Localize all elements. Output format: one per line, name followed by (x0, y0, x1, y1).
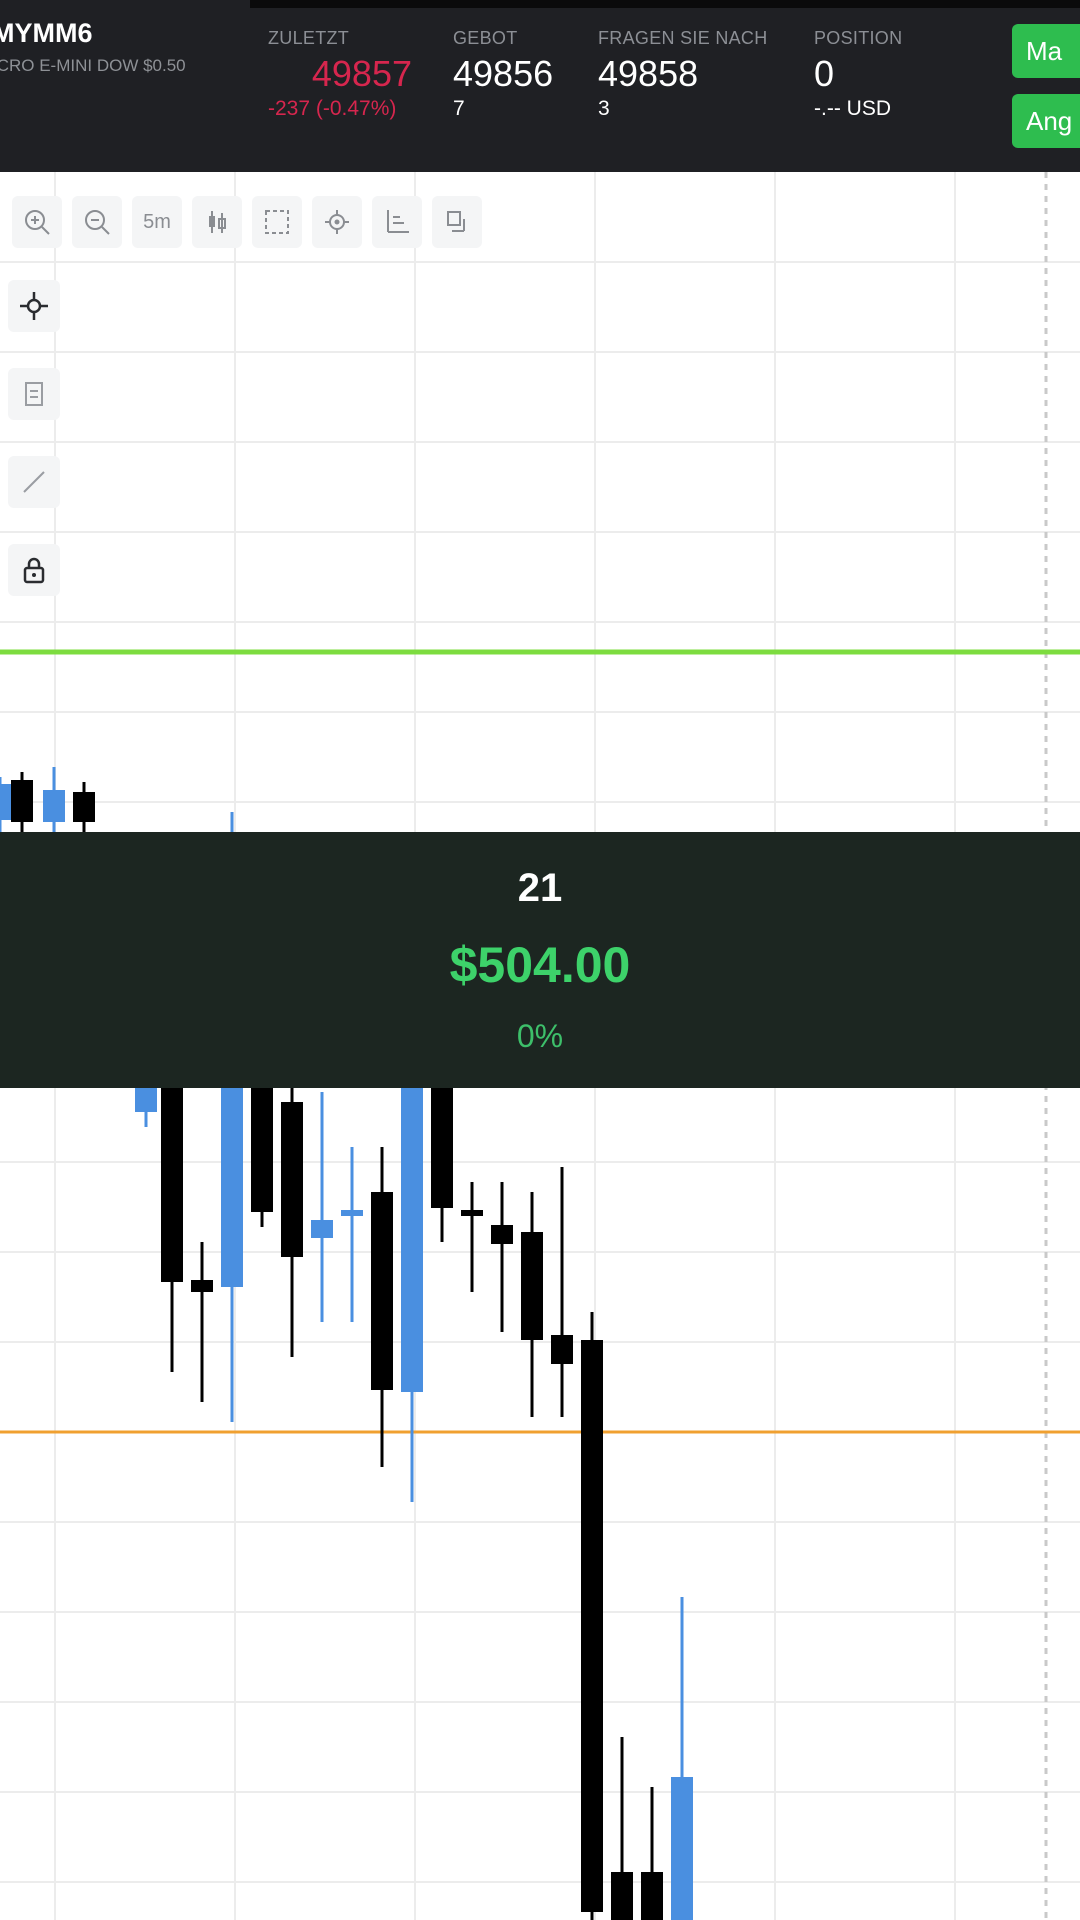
overlay-percent: 0% (516, 1018, 564, 1054)
candle (311, 1092, 333, 1322)
position-pnl: -.-- USD (814, 97, 891, 120)
overlay-count: 21 (517, 866, 563, 910)
note-button[interactable] (8, 368, 60, 420)
candle-body (491, 1225, 513, 1244)
symbol-description: ICRO E-MINI DOW $0.50 (0, 56, 186, 75)
drawing-sidebar (8, 280, 60, 596)
last-price-column: ZULETZT 49857 -237 (-0.47%) (268, 28, 412, 121)
pnl-overlay: 21 $504.00 0% (0, 832, 1080, 1088)
zoom-in-icon (25, 210, 50, 235)
candle-body (611, 1872, 633, 1920)
candle-body (281, 1102, 303, 1257)
chart-toolbar: 5m (12, 196, 482, 248)
selection-button[interactable] (252, 196, 302, 248)
chart-type-button[interactable] (192, 196, 242, 248)
ask-column: FRAGEN SIE NACH 49858 3 (598, 28, 768, 121)
bid-size: 7 (453, 97, 465, 120)
candle (611, 1737, 633, 1920)
candle (641, 1787, 663, 1920)
candle (191, 1242, 213, 1402)
bid-column: GEBOT 49856 7 (453, 28, 553, 121)
layout-icon (447, 211, 465, 232)
top-strip (250, 0, 1080, 8)
zoom-out-button[interactable] (72, 196, 122, 248)
zoom-in-button[interactable] (12, 196, 62, 248)
candle-body (43, 790, 65, 822)
lock-button[interactable] (8, 544, 60, 596)
chart-settings-button[interactable] (312, 196, 362, 248)
candle-body (191, 1280, 213, 1292)
candle-body (671, 1777, 693, 1920)
candle-body (311, 1220, 333, 1238)
candle (281, 1082, 303, 1357)
last-price-label: ZULETZT (268, 28, 350, 48)
bid-value: 49856 (453, 53, 554, 94)
candle (251, 1072, 273, 1227)
candle-body (341, 1210, 363, 1216)
candlestick-icon (209, 211, 226, 233)
trendline-icon (23, 471, 45, 493)
ask-size: 3 (598, 97, 610, 120)
timeframe-button[interactable]: 5m (132, 196, 182, 248)
candle-body (0, 784, 11, 820)
trendline-button[interactable] (8, 456, 60, 508)
candle-body (161, 1082, 183, 1282)
candle-body (431, 1072, 453, 1208)
candle (341, 1147, 363, 1322)
candle-body (551, 1335, 573, 1364)
symbol: MYMM6 (0, 18, 93, 48)
axis-icon (387, 210, 409, 233)
candle-body (11, 780, 33, 822)
last-price-value: 49857 (311, 53, 412, 94)
candle (461, 1182, 483, 1292)
note-icon (25, 382, 43, 406)
last-price-change: -237 (-0.47%) (268, 97, 397, 120)
candle-body (73, 792, 95, 822)
candle (401, 1022, 423, 1502)
ask-value: 49858 (598, 53, 699, 94)
position-label: POSITION (814, 28, 903, 48)
position-column: POSITION 0 -.-- USD (814, 28, 902, 121)
candle (581, 1312, 603, 1920)
candle-body (641, 1872, 663, 1920)
selection-icon (265, 210, 289, 234)
quote-header: MYMM6 ICRO E-MINI DOW $0.50 ZULETZT 4985… (0, 0, 1080, 172)
position-value: 0 (814, 53, 835, 94)
layout-button[interactable] (432, 196, 482, 248)
zoom-out-icon (85, 210, 110, 235)
offer-button[interactable]: Ang (1012, 94, 1080, 148)
candle-body (371, 1192, 393, 1390)
settings-icon (325, 210, 349, 234)
candle-body (401, 1042, 423, 1392)
candle (371, 1147, 393, 1467)
crosshair-button[interactable] (8, 280, 60, 332)
overlay-amount: $504.00 (449, 937, 631, 993)
candle-body (251, 1082, 273, 1212)
candle-body (461, 1210, 483, 1216)
candle (521, 1192, 543, 1417)
ask-label: FRAGEN SIE NACH (598, 28, 768, 48)
market-button[interactable]: Ma (1012, 24, 1080, 78)
candle (491, 1182, 513, 1332)
lock-icon (23, 557, 45, 584)
candle-body (581, 1340, 603, 1912)
candle (671, 1597, 693, 1920)
candle (161, 1072, 183, 1372)
crosshair-icon (20, 292, 48, 320)
axis-button[interactable] (372, 196, 422, 248)
candle (551, 1167, 573, 1417)
bid-label: GEBOT (453, 28, 518, 48)
candle-body (521, 1232, 543, 1340)
